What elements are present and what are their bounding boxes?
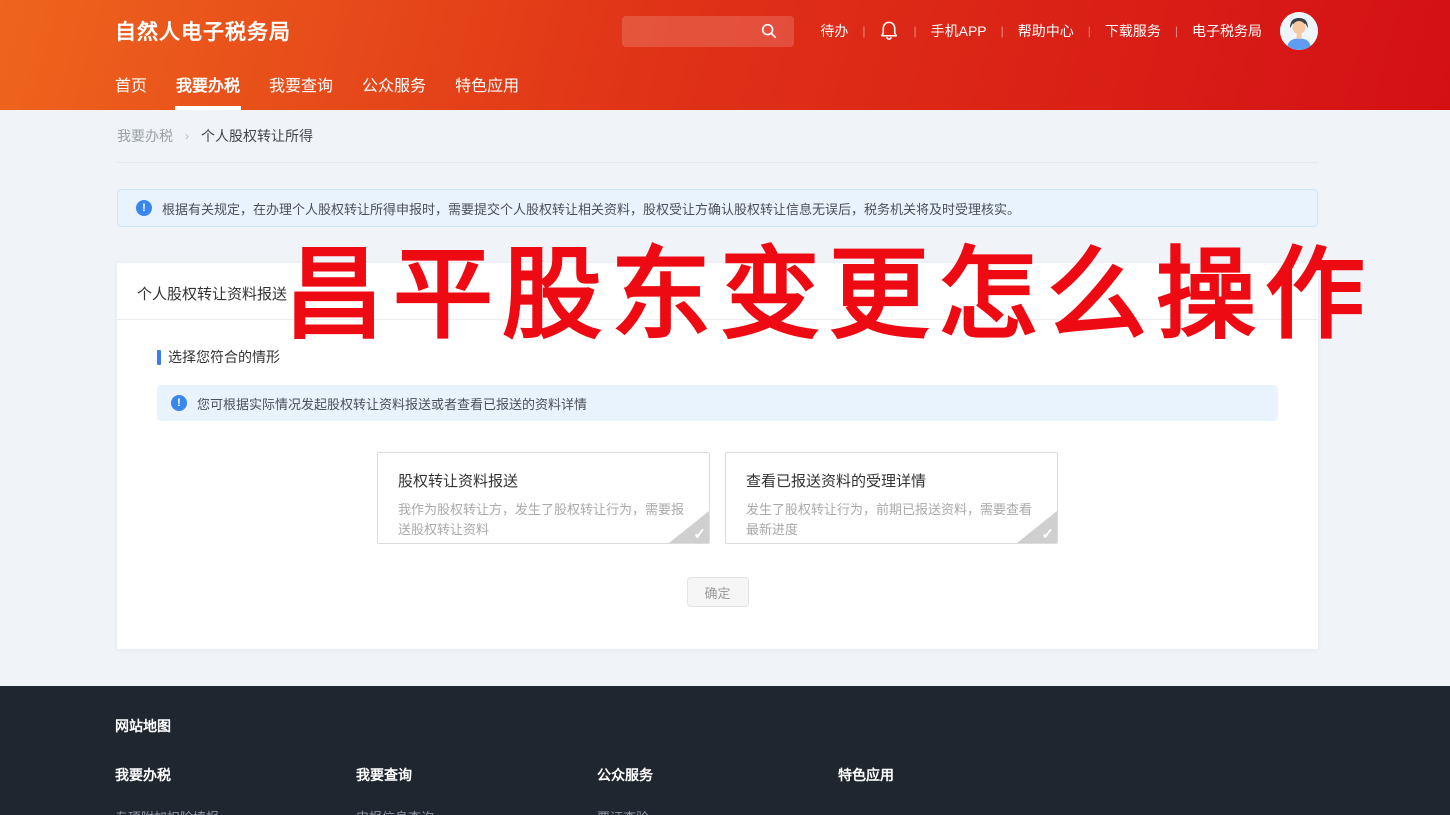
search-icon[interactable]	[760, 22, 778, 40]
mobile-app-link[interactable]: 手机APP	[931, 21, 987, 41]
section-notice-banner: ! 您可根据实际情况发起股权转让资料报送或者查看已报送的资料详情	[157, 385, 1278, 421]
footer-col-title: 公众服务	[597, 765, 838, 785]
confirm-button[interactable]: 确定	[687, 577, 749, 607]
option-title: 查看已报送资料的受理详情	[746, 470, 1037, 491]
breadcrumb-current: 个人股权转让所得	[201, 126, 313, 146]
footer-col-featured-apps: 特色应用	[838, 765, 1079, 815]
footer-columns: 我要办税 专项附加扣除填报 我要查询 申报信息查询 公众服务 票证查验 特色应用	[115, 765, 1450, 815]
main-nav: 首页 我要办税 我要查询 公众服务 特色应用	[0, 62, 1450, 110]
user-avatar[interactable]	[1280, 12, 1318, 50]
site-logo: 自然人电子税务局	[115, 16, 291, 46]
main-card: 个人股权转让资料报送 选择您符合的情形 ! 您可根据实际情况发起股权转让资料报送…	[117, 263, 1318, 649]
option-card-submit-materials[interactable]: 股权转让资料报送 我作为股权转让方，发生了股权转让行为，需要报送股权转让资料 ✓	[377, 452, 710, 544]
divider: |	[1001, 24, 1004, 38]
divider	[117, 319, 1318, 320]
footer-col-title: 我要办税	[115, 765, 356, 785]
option-description: 发生了股权转让行为，前期已报送资料，需要查看最新进度	[746, 500, 1037, 540]
breadcrumb: 我要办税 › 个人股权转让所得	[117, 110, 1318, 163]
card-title: 个人股权转让资料报送	[117, 263, 1318, 319]
divider: |	[1088, 24, 1091, 38]
footer-col-tax-handling: 我要办税 专项附加扣除填报	[115, 765, 356, 815]
page-notice-text: 根据有关规定，在办理个人股权转让所得申报时，需要提交个人股权转让相关资料，股权受…	[162, 199, 1020, 218]
content-container: 我要办税 › 个人股权转让所得 ! 根据有关规定，在办理个人股权转让所得申报时，…	[117, 110, 1318, 649]
option-description: 我作为股权转让方，发生了股权转让行为，需要报送股权转让资料	[398, 500, 689, 540]
section-header: 选择您符合的情形	[157, 347, 1318, 367]
footer-col-title: 我要查询	[356, 765, 597, 785]
help-center-link[interactable]: 帮助中心	[1018, 21, 1074, 41]
todo-link[interactable]: 待办	[820, 21, 848, 41]
section-title: 选择您符合的情形	[168, 347, 280, 367]
divider: |	[1175, 24, 1178, 38]
check-icon: ✓	[693, 527, 706, 542]
etax-bureau-link[interactable]: 电子税务局	[1192, 21, 1262, 41]
breadcrumb-parent[interactable]: 我要办税	[117, 126, 173, 146]
footer-col-title: 特色应用	[838, 765, 1079, 785]
footer-link[interactable]: 专项附加扣除填报	[115, 807, 356, 815]
nav-item-home[interactable]: 首页	[115, 72, 147, 110]
footer-col-query: 我要查询 申报信息查询	[356, 765, 597, 815]
footer-link[interactable]: 票证查验	[597, 807, 838, 815]
search-box[interactable]	[622, 16, 794, 47]
info-icon: !	[136, 200, 152, 216]
download-service-link[interactable]: 下载服务	[1105, 21, 1161, 41]
footer-link[interactable]: 申报信息查询	[356, 807, 597, 815]
section-accent-bar	[157, 350, 161, 365]
option-card-row: 股权转让资料报送 我作为股权转让方，发生了股权转让行为，需要报送股权转让资料 ✓…	[117, 452, 1318, 544]
option-card-view-progress[interactable]: 查看已报送资料的受理详情 发生了股权转让行为，前期已报送资料，需要查看最新进度 …	[725, 452, 1058, 544]
divider: |	[862, 24, 865, 38]
section-notice-text: 您可根据实际情况发起股权转让资料报送或者查看已报送的资料详情	[197, 394, 587, 413]
option-title: 股权转让资料报送	[398, 470, 689, 491]
header-top-row: 自然人电子税务局 待办 | | 手机APP | 帮助中心	[0, 0, 1450, 62]
notification-bell-icon[interactable]	[879, 20, 899, 42]
check-icon: ✓	[1041, 527, 1054, 542]
search-input[interactable]	[622, 24, 760, 39]
footer-col-public-service: 公众服务 票证查验	[597, 765, 838, 815]
site-footer: 网站地图 我要办税 专项附加扣除填报 我要查询 申报信息查询 公众服务 票证查验…	[0, 686, 1450, 815]
nav-item-query[interactable]: 我要查询	[269, 72, 333, 110]
nav-item-featured-apps[interactable]: 特色应用	[455, 72, 519, 110]
page-notice-banner: ! 根据有关规定，在办理个人股权转让所得申报时，需要提交个人股权转让相关资料，股…	[117, 189, 1318, 227]
divider: |	[913, 24, 916, 38]
header-top-menu: 待办 | | 手机APP | 帮助中心 | 下载服务 | 电子税务局	[820, 20, 1262, 42]
chevron-right-icon: ›	[185, 129, 189, 143]
app-header: 自然人电子税务局 待办 | | 手机APP | 帮助中心	[0, 0, 1450, 110]
nav-item-public-service[interactable]: 公众服务	[362, 72, 426, 110]
sitemap-title: 网站地图	[115, 716, 1450, 736]
info-icon: !	[171, 395, 187, 411]
nav-item-tax-handling[interactable]: 我要办税	[176, 72, 240, 110]
